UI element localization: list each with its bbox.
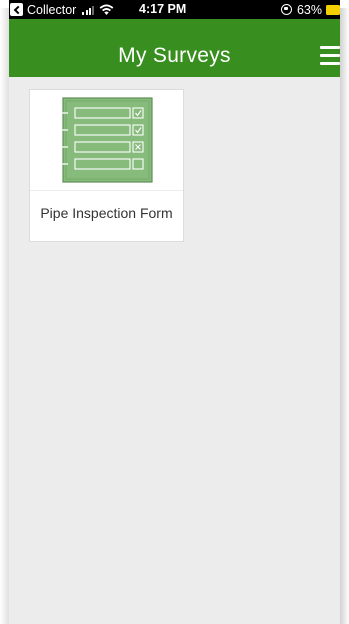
- status-time: 4:17 PM: [139, 2, 187, 16]
- app-screen: Collector 4:17 PM 63% My Surveys Pipe In…: [9, 0, 340, 624]
- survey-title: Pipe Inspection Form: [40, 205, 173, 221]
- device-shadow-right: [340, 8, 349, 624]
- status-right: 63%: [280, 2, 340, 17]
- device-shadow-left: [0, 8, 9, 624]
- back-app-label[interactable]: Collector: [27, 3, 76, 17]
- hamburger-menu-icon[interactable]: [320, 45, 340, 67]
- back-to-app-icon[interactable]: [10, 3, 23, 16]
- status-left: Collector: [10, 2, 114, 17]
- app-header: My Surveys: [9, 35, 340, 77]
- wifi-icon: [99, 4, 114, 15]
- status-bar: Collector 4:17 PM 63%: [9, 0, 340, 19]
- battery-icon: [326, 4, 340, 15]
- survey-card[interactable]: Pipe Inspection Form: [29, 89, 184, 242]
- cellular-signal-icon: [82, 5, 95, 15]
- header-band: [9, 19, 340, 35]
- battery-percent: 63%: [296, 2, 322, 17]
- survey-thumbnail: [30, 90, 183, 191]
- form-checklist-icon: [56, 97, 153, 183]
- orientation-lock-icon: [280, 4, 292, 15]
- page-title: My Surveys: [118, 44, 231, 67]
